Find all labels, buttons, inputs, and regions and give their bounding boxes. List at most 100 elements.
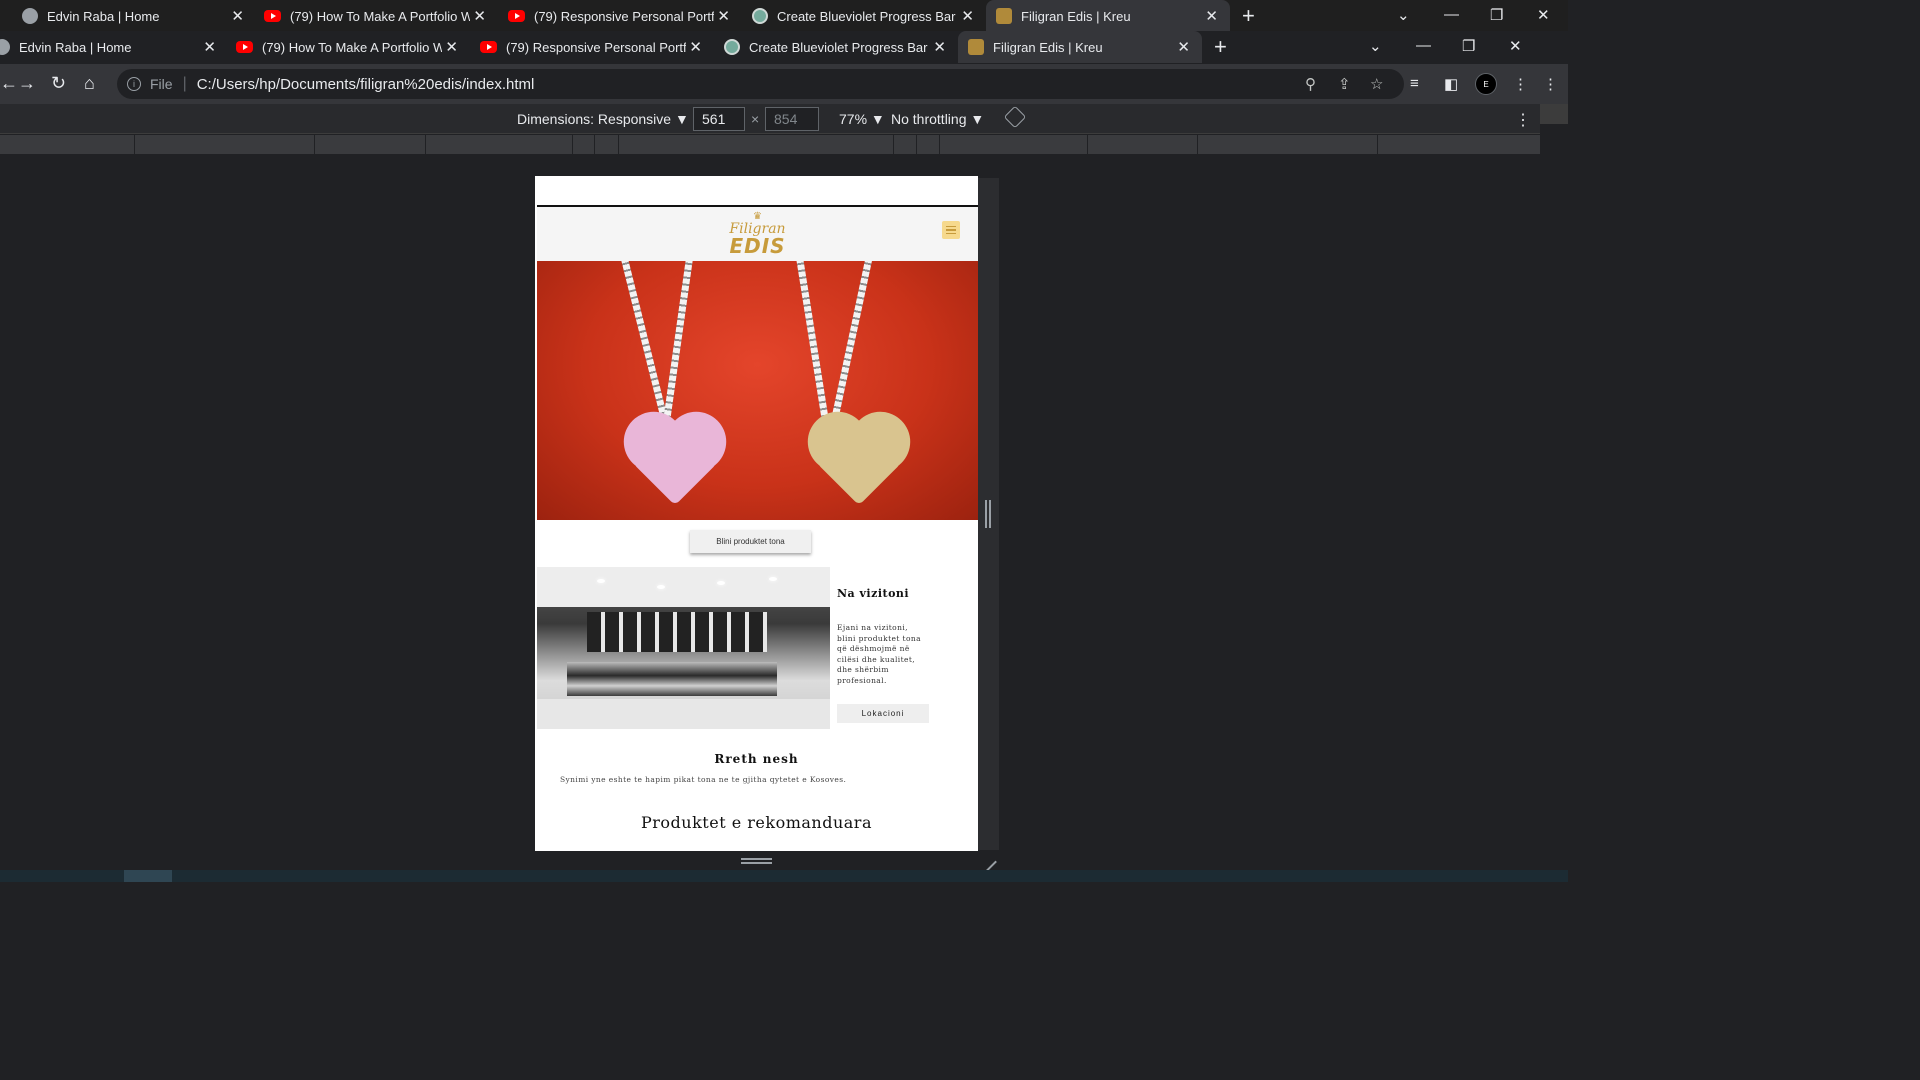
info-icon[interactable]: i [127,77,141,91]
menu-icon[interactable]: ⋮ [1513,75,1528,93]
globe-icon [0,39,10,55]
new-tab-icon[interactable]: + [1214,36,1227,58]
tab-responsive-portfolio-back[interactable]: (79) Responsive Personal Portfoli ✕ [508,0,730,32]
tab-portfolio-video-back[interactable]: (79) How To Make A Portfolio We ✕ [264,0,486,32]
champagne-heart-pendant [816,420,902,506]
device-toolbar: Dimensions: Responsive ▼ 561 × 854 77% ▼… [0,104,1540,134]
about-text: Synimi yne eshte te hapim pikat tona ne … [560,775,847,784]
bookmark-star-icon[interactable]: ☆ [1370,75,1383,93]
youtube-icon [264,10,281,22]
os-taskbar [0,870,1568,882]
tab-strip-back: Edvin Raba | Home ✕ (79) How To Make A P… [0,0,1568,32]
visit-section: Na vizitoni Ejani na vizitoni, blini pro… [537,567,978,729]
taskbar-active-app[interactable] [124,870,172,882]
pink-heart-pendant [632,420,718,506]
menu-icon-back[interactable]: ⋮ [1543,75,1558,93]
rotate-icon[interactable] [1003,105,1027,129]
visit-description: Ejani na vizitoni, blini produktet tona … [837,623,921,685]
close-icon[interactable]: ✕ [203,38,216,56]
tab-progress-bar-back[interactable]: Create Blueviolet Progress Bar ✕ [752,0,974,32]
tab-title: (79) How To Make A Portfolio We [262,39,442,55]
youtube-icon [508,10,525,22]
close-icon[interactable]: ✕ [231,7,244,25]
dimensions-dropdown[interactable]: Dimensions: Responsive ▼ [517,111,689,127]
hamburger-menu-icon[interactable] [942,221,960,239]
tab-responsive-portfolio[interactable]: (79) Responsive Personal Portfoli ✕ [480,31,702,63]
globe-icon [22,8,38,24]
url-text[interactable]: C:/Users/hp/Documents/filigran%20edis/in… [197,76,535,93]
close-icon[interactable]: ✕ [961,7,974,25]
visit-title: Na vizitoni [837,587,910,600]
recommended-products-title: Produktet e rekomanduara [641,813,872,832]
logo-wordmark: EDIS [729,234,786,258]
chatgpt-icon [724,39,740,55]
back-icon[interactable]: ← [0,73,18,94]
close-icon[interactable]: ✕ [445,38,458,56]
new-tab-icon[interactable]: + [1242,5,1255,27]
close-icon[interactable]: ✕ [689,38,702,56]
tab-portfolio-video[interactable]: (79) How To Make A Portfolio We ✕ [236,31,458,63]
filigran-favicon [968,39,984,55]
browser-toolbar: ← → ↻ ⌂ i File | C:/Users/hp/Documents/f… [0,64,1568,104]
hero-image-necklaces [537,261,978,520]
address-divider: | [182,75,187,92]
share-icon[interactable]: ⇪ [1338,75,1351,93]
tab-search-icon[interactable]: ⌄ [1397,6,1410,24]
zoom-icon[interactable]: ⚲ [1305,75,1316,93]
scroll-corner [1540,104,1568,124]
tab-strip: Edvin Raba | Home ✕ (79) How To Make A P… [0,31,1568,63]
tab-search-icon[interactable]: ⌄ [1369,37,1382,55]
restore-icon[interactable]: ❐ [1462,37,1475,55]
scheme-label: File [150,76,173,92]
bottom-resize-handle[interactable] [741,858,772,864]
close-icon[interactable]: ✕ [473,7,486,25]
side-panel-icon[interactable]: ◧ [1444,75,1458,93]
tab-title: Create Blueviolet Progress Bar [777,8,956,24]
tab-edvin-raba-back[interactable]: Edvin Raba | Home ✕ [22,0,244,32]
shop-products-button[interactable]: Blini produktet tona [690,530,811,553]
minimize-icon[interactable]: — [1416,37,1431,54]
home-icon[interactable]: ⌂ [84,73,95,94]
tab-filigran[interactable]: Filigran Edis | Kreu ✕ [958,31,1202,63]
tab-title: Edvin Raba | Home [47,8,160,24]
store-interior-image [537,567,830,729]
restore-icon[interactable]: ❐ [1490,6,1503,24]
zoom-dropdown[interactable]: 77% ▼ [839,111,885,127]
youtube-icon [236,41,253,53]
tab-title: Filigran Edis | Kreu [1021,8,1131,24]
filigran-favicon [996,8,1012,24]
window-close-icon[interactable]: ✕ [1537,6,1550,24]
window-close-icon[interactable]: ✕ [1509,37,1522,55]
address-bar[interactable]: i File | C:/Users/hp/Documents/filigran%… [117,69,1404,99]
device-viewport: ♛ Filigran EDIS Blini produktet tona Na … [535,176,978,851]
close-icon[interactable]: ✕ [1205,7,1218,25]
media-queue-icon[interactable]: ≡ [1410,75,1419,92]
tab-title: Edvin Raba | Home [19,39,132,55]
about-title: Rreth nesh [714,752,799,766]
brand-logo[interactable]: ♛ Filigran EDIS [729,212,786,258]
width-input[interactable]: 561 [693,107,745,131]
tab-edvin-raba[interactable]: Edvin Raba | Home ✕ [0,31,216,63]
more-options-icon[interactable]: ⋮ [1515,110,1531,130]
minimize-icon[interactable]: — [1444,6,1459,23]
throttling-dropdown[interactable]: No throttling ▼ [891,111,984,127]
tab-title: (79) Responsive Personal Portfoli [534,8,714,24]
tab-title: Filigran Edis | Kreu [993,39,1103,55]
media-query-ruler[interactable] [0,135,1540,154]
forward-icon[interactable]: → [18,73,36,94]
tab-title: (79) Responsive Personal Portfoli [506,39,686,55]
tab-progress-bar[interactable]: Create Blueviolet Progress Bar ✕ [724,31,946,63]
reload-icon[interactable]: ↻ [51,73,66,94]
profile-avatar[interactable]: E [1475,73,1497,95]
close-icon[interactable]: ✕ [717,7,730,25]
site-header: ♛ Filigran EDIS [537,205,978,261]
right-resize-handle[interactable] [985,500,991,528]
chatgpt-icon [752,8,768,24]
hero-cta-section: Blini produktet tona [535,520,978,567]
close-icon[interactable]: ✕ [1177,38,1190,56]
height-input[interactable]: 854 [765,107,819,131]
tab-filigran-back[interactable]: Filigran Edis | Kreu ✕ [986,0,1230,32]
close-icon[interactable]: ✕ [933,38,946,56]
tab-title: (79) How To Make A Portfolio We [290,8,470,24]
location-button[interactable]: Lokacioni [837,704,929,723]
